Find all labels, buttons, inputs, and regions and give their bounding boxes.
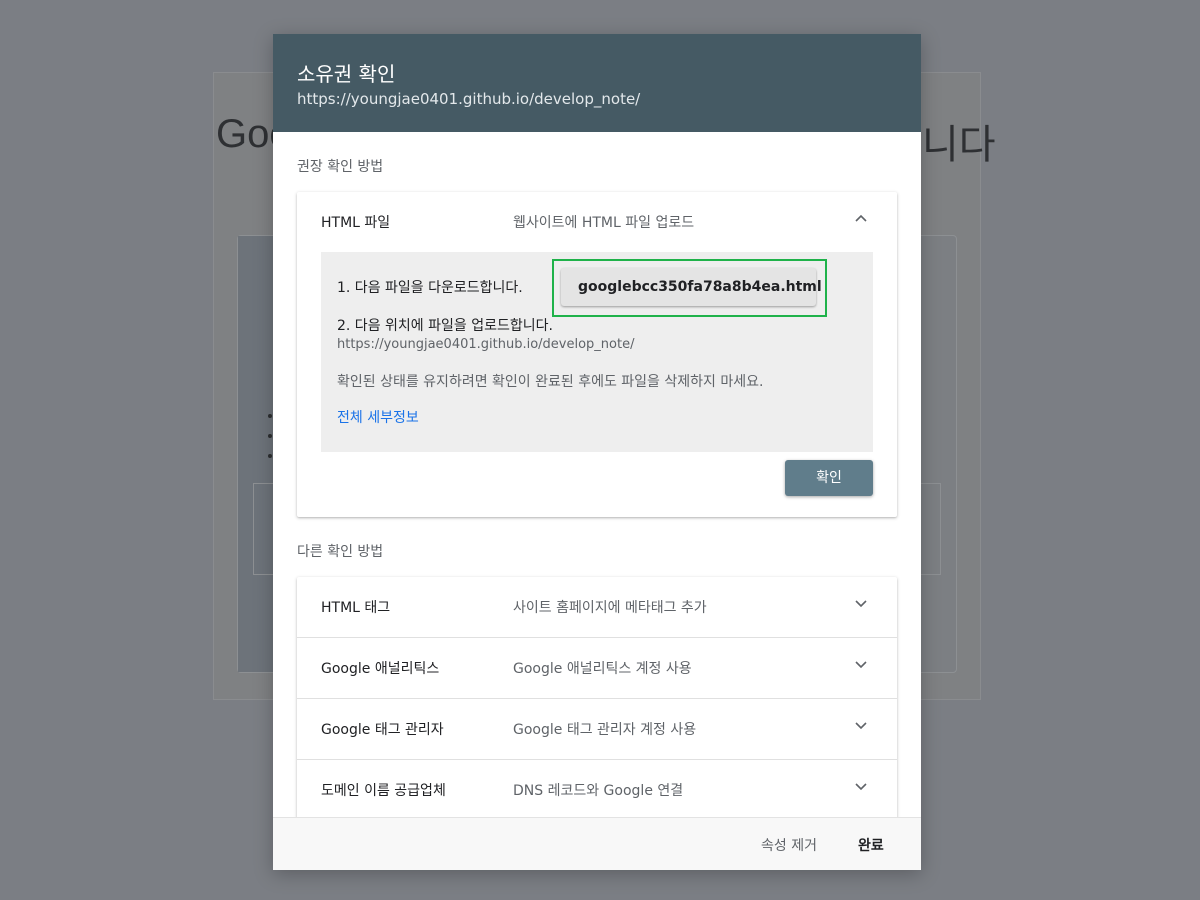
- step-1-text: 1. 다음 파일을 다운로드합니다.: [337, 280, 523, 296]
- background-bullet: [268, 414, 272, 418]
- dialog-header: 소유권 확인 https://youngjae0401.github.io/de…: [273, 34, 921, 132]
- remove-property-button[interactable]: 속성 제거: [761, 835, 817, 855]
- full-details-link[interactable]: 전체 세부정보: [337, 407, 419, 427]
- download-file-button[interactable]: googlebcc350fa78a8b4ea.html: [561, 268, 822, 306]
- method-row-html-tag[interactable]: HTML 태그 사이트 홈페이지에 메타태그 추가: [297, 577, 897, 637]
- chevron-up-icon[interactable]: [853, 210, 869, 226]
- background-title-right: 니다: [922, 122, 996, 168]
- method-name: HTML 태그: [321, 600, 391, 616]
- method-name: Google 애널리틱스: [321, 661, 440, 677]
- method-name: HTML 파일: [321, 215, 391, 231]
- background-bullet: [268, 454, 272, 458]
- other-methods-label: 다른 확인 방법: [297, 544, 384, 560]
- chevron-down-icon[interactable]: [853, 778, 869, 794]
- download-file-name: googlebcc350fa78a8b4ea.html: [578, 279, 822, 295]
- method-row-google-analytics[interactable]: Google 애널리틱스 Google 애널리틱스 계정 사용: [297, 638, 897, 698]
- other-methods-panel: HTML 태그 사이트 홈페이지에 메타태그 추가 Google 애널리틱스 G…: [297, 577, 897, 837]
- method-description: Google 태그 관리자 계정 사용: [513, 722, 697, 738]
- chevron-down-icon[interactable]: [853, 717, 869, 733]
- step-2-text: 2. 다음 위치에 파일을 업로드합니다.: [337, 318, 553, 334]
- dialog-footer: 속성 제거 완료: [273, 817, 921, 870]
- method-name: Google 태그 관리자: [321, 722, 444, 738]
- html-file-method-header[interactable]: HTML 파일 웹사이트에 HTML 파일 업로드: [297, 192, 897, 252]
- upload-location-url: https://youngjae0401.github.io/develop_n…: [337, 337, 635, 352]
- done-button[interactable]: 완료: [858, 835, 884, 855]
- dialog-subtitle-url: https://youngjae0401.github.io/develop_n…: [297, 90, 641, 108]
- verify-button[interactable]: 확인: [785, 460, 873, 496]
- chevron-down-icon[interactable]: [853, 656, 869, 672]
- ownership-verification-dialog: 소유권 확인 https://youngjae0401.github.io/de…: [273, 34, 921, 870]
- keep-file-note: 확인된 상태를 유지하려면 확인이 완료된 후에도 파일을 삭제하지 마세요.: [337, 374, 764, 390]
- method-description: Google 애널리틱스 계정 사용: [513, 661, 692, 677]
- method-description: DNS 레코드와 Google 연결: [513, 783, 684, 799]
- method-description: 웹사이트에 HTML 파일 업로드: [513, 215, 695, 231]
- method-name: 도메인 이름 공급업체: [321, 783, 446, 799]
- method-row-google-tag-manager[interactable]: Google 태그 관리자 Google 태그 관리자 계정 사용: [297, 699, 897, 759]
- method-instructions: 1. 다음 파일을 다운로드합니다. googlebcc350fa78a8b4e…: [321, 252, 873, 452]
- recommended-method-label: 권장 확인 방법: [297, 159, 384, 175]
- chevron-down-icon[interactable]: [853, 595, 869, 611]
- method-row-domain-provider[interactable]: 도메인 이름 공급업체 DNS 레코드와 Google 연결: [297, 760, 897, 820]
- background-bullet: [268, 434, 272, 438]
- method-description: 사이트 홈페이지에 메타태그 추가: [513, 600, 707, 616]
- dialog-title: 소유권 확인: [297, 62, 396, 86]
- recommended-method-panel: HTML 파일 웹사이트에 HTML 파일 업로드 1. 다음 파일을 다운로드…: [297, 192, 897, 517]
